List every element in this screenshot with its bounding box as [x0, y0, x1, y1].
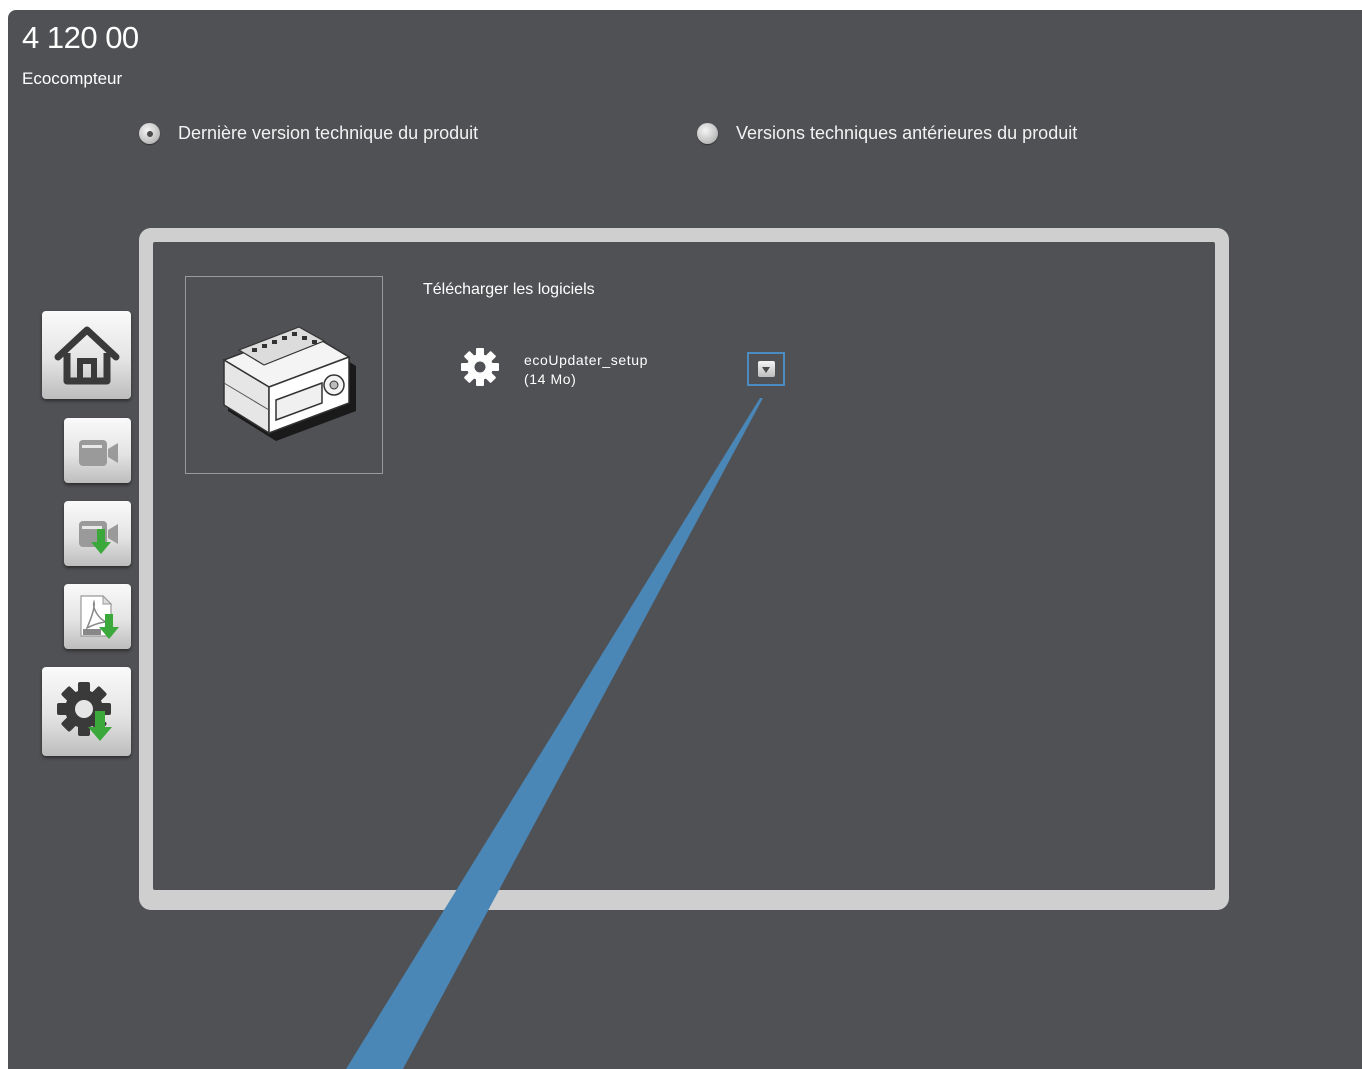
radio-latest-version[interactable]: Dernière version technique du produit: [139, 123, 478, 144]
download-arrow-icon: [757, 361, 775, 377]
radio-button[interactable]: [697, 123, 718, 144]
video-download-button[interactable]: [64, 501, 131, 566]
file-size: (14 Mo): [524, 371, 577, 387]
downloads-title: Télécharger les logiciels: [423, 281, 595, 298]
home-button[interactable]: [42, 311, 131, 399]
radio-previous-versions[interactable]: Versions techniques antérieures du produ…: [697, 123, 1077, 144]
product-name: Ecocompteur: [22, 69, 123, 88]
gear-icon: [461, 348, 499, 386]
download-button[interactable]: [747, 352, 785, 386]
product-reference: 4 120 00: [22, 20, 139, 55]
video-camera-icon: [78, 439, 118, 466]
gear-download-icon: [56, 681, 112, 741]
radio-button-selected[interactable]: [139, 123, 160, 144]
file-name: ecoUpdater_setup: [524, 352, 649, 368]
video-download-icon: [78, 520, 118, 554]
home-icon: [54, 326, 119, 385]
radio-previous-versions-label: Versions techniques antérieures du produ…: [736, 123, 1078, 143]
radio-latest-version-label: Dernière version technique du produit: [178, 123, 479, 143]
software-download-button[interactable]: [42, 667, 131, 756]
pdf-download-icon: [79, 594, 119, 639]
product-image: [185, 276, 383, 474]
file-item: ecoUpdater_setup (14 Mo): [524, 351, 648, 389]
energy-meter-image: [222, 326, 356, 441]
video-button[interactable]: [64, 418, 131, 483]
pdf-download-button[interactable]: [64, 584, 131, 649]
